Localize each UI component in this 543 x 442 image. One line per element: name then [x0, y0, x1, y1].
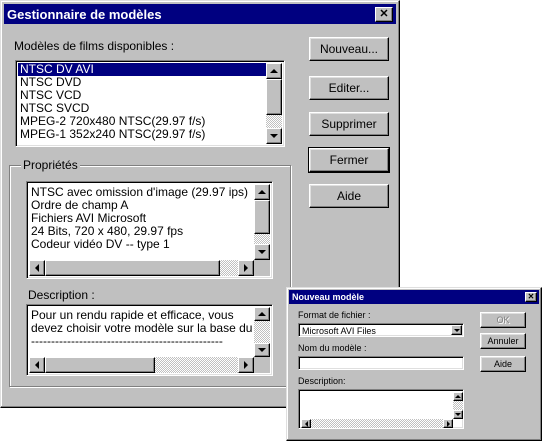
scroll-track[interactable]: [220, 260, 238, 276]
title-bar[interactable]: Gestionnaire de modèles ✕: [4, 4, 396, 24]
property-line: Codeur vidéo DV -- type 1: [31, 237, 170, 251]
delete-button-label: Supprimer: [321, 117, 377, 131]
scroll-right-button[interactable]: [238, 260, 254, 276]
new-button-label: Nouveau...: [319, 42, 379, 56]
properties-textbox[interactable]: NTSC avec omission d'image (29.97 ips) O…: [26, 181, 273, 279]
close-button[interactable]: ✕: [525, 292, 537, 302]
delete-button[interactable]: Supprimer: [309, 112, 389, 136]
sub-help-button-label: Aide: [493, 359, 512, 369]
file-format-select[interactable]: Microsoft AVI Files: [298, 323, 464, 337]
scroll-track[interactable]: [453, 401, 463, 410]
help-button-label: Aide: [336, 189, 362, 203]
cancel-button-label: Annuler: [487, 336, 519, 346]
scroll-right-button[interactable]: [238, 357, 254, 373]
models-list: NTSC DV AVI NTSC DVD NTSC VCD NTSC SVCD …: [18, 63, 266, 141]
scroll-track[interactable]: [266, 115, 282, 128]
description-text: Pour un rendu rapide et efficace, vous d…: [31, 309, 253, 348]
ok-button[interactable]: OK: [480, 312, 526, 328]
template-name-label: Nom du modèle :: [298, 343, 367, 353]
arrow-down-icon: [270, 134, 278, 138]
arrow-up-icon: [258, 312, 266, 316]
close-dialog-button[interactable]: Fermer: [308, 147, 390, 173]
scroll-up-button[interactable]: [254, 184, 270, 200]
scroll-thumb[interactable]: [254, 200, 270, 234]
scroll-up-button[interactable]: [254, 307, 270, 321]
properties-text: NTSC avec omission d'image (29.97 ips) O…: [31, 186, 253, 251]
dropdown-button[interactable]: [451, 325, 462, 335]
arrow-down-icon: [258, 250, 266, 254]
properties-group-label: Propriétés: [21, 158, 80, 172]
scroll-left-button[interactable]: [29, 260, 45, 276]
scrollbar-corner: [254, 357, 270, 373]
scroll-track[interactable]: [311, 419, 443, 428]
sub-description-vscrollbar[interactable]: [453, 392, 463, 419]
template-name-input[interactable]: [298, 356, 464, 370]
scroll-down-button[interactable]: [266, 128, 282, 144]
ok-button-label: OK: [496, 315, 510, 325]
scroll-track[interactable]: [254, 321, 270, 343]
sub-description-hscrollbar[interactable]: [301, 419, 453, 428]
edit-button-label: Editer...: [328, 81, 370, 95]
scroll-thumb[interactable]: [45, 260, 220, 276]
edit-button[interactable]: Editer...: [309, 76, 389, 100]
arrow-right-icon: [446, 420, 450, 427]
scroll-left-button[interactable]: [29, 357, 45, 373]
arrow-down-icon: [455, 413, 461, 416]
sub-description-textbox[interactable]: [298, 389, 464, 429]
file-format-label: Format de fichier :: [298, 310, 371, 320]
new-button[interactable]: Nouveau...: [309, 37, 389, 61]
scroll-thumb[interactable]: [266, 79, 282, 115]
chevron-down-icon: [453, 328, 460, 332]
scroll-down-button[interactable]: [254, 343, 270, 357]
scroll-right-button[interactable]: [443, 419, 453, 428]
description-label: Description :: [28, 288, 95, 302]
arrow-down-icon: [258, 348, 266, 352]
scrollbar-corner: [254, 260, 270, 276]
description-hscrollbar[interactable]: [29, 357, 254, 373]
scroll-up-button[interactable]: [453, 392, 463, 401]
arrow-right-icon: [244, 264, 248, 272]
scroll-left-button[interactable]: [301, 419, 311, 428]
description-vscrollbar[interactable]: [254, 307, 270, 357]
scroll-track[interactable]: [155, 357, 238, 373]
scroll-thumb[interactable]: [45, 357, 155, 373]
list-item[interactable]: MPEG-1 352x240 NTSC(29.97 f/s): [18, 128, 266, 141]
arrow-up-icon: [270, 69, 278, 73]
arrow-left-icon: [35, 264, 39, 272]
arrow-left-icon: [35, 361, 39, 369]
close-dialog-button-label: Fermer: [329, 153, 369, 167]
description-line: ----------------------------------------…: [31, 334, 223, 348]
help-button[interactable]: Aide: [309, 184, 389, 208]
dialog-title: Nouveau modèle: [292, 292, 365, 302]
close-icon: ✕: [527, 292, 535, 301]
models-label: Modèles de films disponibles :: [14, 39, 175, 53]
cancel-button[interactable]: Annuler: [480, 333, 526, 349]
scroll-down-button[interactable]: [453, 410, 463, 419]
description-textbox[interactable]: Pour un rendu rapide et efficace, vous d…: [26, 304, 273, 376]
dialog-title: Gestionnaire de modèles: [7, 7, 162, 22]
scroll-down-button[interactable]: [254, 244, 270, 260]
new-template-dialog: Nouveau modèle ✕ Format de fichier : Mic…: [286, 287, 542, 441]
scroll-track[interactable]: [254, 234, 270, 244]
models-listbox[interactable]: NTSC DV AVI NTSC DVD NTSC VCD NTSC SVCD …: [15, 60, 285, 147]
arrow-up-icon: [455, 395, 461, 398]
properties-vscrollbar[interactable]: [254, 184, 270, 260]
arrow-left-icon: [304, 420, 308, 427]
models-vscrollbar[interactable]: [266, 63, 282, 144]
title-bar[interactable]: Nouveau modèle ✕: [289, 290, 539, 304]
close-button[interactable]: ✕: [375, 7, 393, 22]
file-format-value: Microsoft AVI Files: [302, 326, 376, 336]
arrow-up-icon: [258, 190, 266, 194]
properties-hscrollbar[interactable]: [29, 260, 254, 276]
sub-help-button[interactable]: Aide: [480, 356, 526, 372]
close-icon: ✕: [379, 8, 389, 20]
arrow-right-icon: [244, 361, 248, 369]
sub-description-label: Description:: [298, 376, 346, 386]
scroll-up-button[interactable]: [266, 63, 282, 79]
